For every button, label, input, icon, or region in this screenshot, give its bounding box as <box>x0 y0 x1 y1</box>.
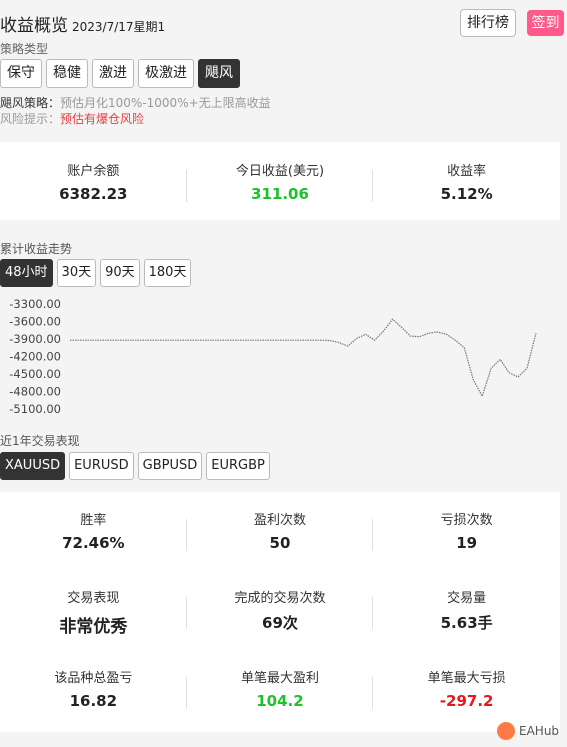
account-summary-card: 账户余额 6382.23 今日收益(美元) 311.06 收益率 5.12% <box>0 142 560 220</box>
winrate-cell: 胜率 72.46% <box>0 509 187 587</box>
trend-label: 累计收益走势 <box>0 242 73 256</box>
risk-notice: 风险提示：预估有爆仓风险 <box>0 110 144 127</box>
signin-button[interactable]: 签到 <box>527 10 564 36</box>
date-text: 2023/7/17星期1 <box>72 20 166 34</box>
volume-value: 5.63手 <box>440 614 493 632</box>
period-30d-tab[interactable]: 30天 <box>56 259 97 287</box>
performance-cell: 交易表现 非常优秀 <box>0 587 187 667</box>
page-title: 收益概览 2023/7/17星期1 <box>0 11 165 36</box>
trades-label: 完成的交易次数 <box>234 591 326 606</box>
profit-line <box>70 318 537 398</box>
risk-value: 预估有爆仓风险 <box>60 112 145 126</box>
header: 收益概览 2023/7/17星期1 排行榜 签到 <box>0 0 567 50</box>
strategy-options: 保守 稳健 激进 极激进 飓风 <box>0 59 240 88</box>
winrate-value: 72.46% <box>62 534 125 552</box>
y-tick-label: -3600.00 <box>9 315 61 329</box>
losses-cell: 亏损次数 19 <box>373 509 560 587</box>
performance-value: 非常优秀 <box>59 617 128 637</box>
rate-label: 收益率 <box>447 164 487 179</box>
strategy-aggressive-button[interactable]: 激进 <box>92 59 134 88</box>
strategy-description: 飓风策略：预估月化100%-1000%+无上限高收益 <box>0 94 271 111</box>
max-loss-label: 单笔最大亏损 <box>427 671 506 686</box>
balance-cell: 账户余额 6382.23 <box>0 160 187 203</box>
trades-cell: 完成的交易次数 69次 <box>187 587 374 667</box>
trades-value: 69次 <box>262 614 298 632</box>
today-profit-label: 今日收益(美元) <box>235 164 325 179</box>
y-tick-label: -3300.00 <box>9 297 61 311</box>
winrate-label: 胜率 <box>80 513 107 528</box>
symbol-tabs: XAUUSD EURUSD GBPUSD EURGBP <box>0 452 270 480</box>
wins-value: 50 <box>269 534 291 552</box>
wins-cell: 盈利次数 50 <box>187 509 374 587</box>
total-pnl-cell: 该品种总盈亏 16.82 <box>0 667 187 710</box>
period-48h-tab[interactable]: 48小时 <box>0 259 53 287</box>
brand-logo-icon <box>497 722 515 740</box>
y-axis-ticks: -3300.00 -3600.00 -3900.00 -4200.00 -4500.00… <box>9 297 61 416</box>
y-tick-label: -4500.00 <box>9 367 61 381</box>
symbol-gbpusd-tab[interactable]: GBPUSD <box>137 452 203 480</box>
symbols-label: 近1年交易表现 <box>0 434 80 448</box>
strategy-conservative-button[interactable]: 保守 <box>0 59 42 88</box>
volume-cell: 交易量 5.63手 <box>373 587 560 667</box>
losses-value: 19 <box>456 534 478 552</box>
symbol-xauusd-tab[interactable]: XAUUSD <box>0 452 66 480</box>
balance-value: 6382.23 <box>59 185 128 203</box>
performance-card: 胜率 72.46% 盈利次数 50 亏损次数 19 交易表现 非常优秀 完成的交… <box>0 492 560 732</box>
max-loss-value: -297.2 <box>439 692 494 710</box>
total-pnl-value: 16.82 <box>69 692 118 710</box>
volume-label: 交易量 <box>447 591 487 606</box>
cumulative-profit-chart: -3300.00 -3600.00 -3900.00 -4200.00 -4500.00… <box>9 297 537 416</box>
strategy-desc-value: 预估月化100%-1000%+无上限高收益 <box>60 96 271 110</box>
leaderboard-button[interactable]: 排行榜 <box>460 9 516 37</box>
max-win-value: 104.2 <box>256 692 304 710</box>
today-profit-value: 311.06 <box>251 185 309 203</box>
period-180d-tab[interactable]: 180天 <box>143 259 192 287</box>
period-90d-tab[interactable]: 90天 <box>100 259 140 287</box>
y-tick-label: -5100.00 <box>9 402 61 416</box>
y-tick-label: -4200.00 <box>9 350 61 364</box>
performance-label: 交易表现 <box>67 591 120 606</box>
title-text: 收益概览 <box>0 16 68 36</box>
losses-label: 亏损次数 <box>440 513 493 528</box>
today-profit-cell: 今日收益(美元) 311.06 <box>187 160 374 203</box>
symbol-eurgbp-tab[interactable]: EURGBP <box>206 452 270 480</box>
strategy-hurricane-button[interactable]: 飓风 <box>198 59 240 88</box>
brand-watermark: EAHub <box>497 722 559 740</box>
max-win-cell: 单笔最大盈利 104.2 <box>187 667 374 710</box>
max-loss-cell: 单笔最大亏损 -297.2 <box>373 667 560 710</box>
strategy-desc-key: 飓风策略： <box>0 96 61 110</box>
wins-label: 盈利次数 <box>253 513 306 528</box>
y-tick-label: -4800.00 <box>9 385 61 399</box>
rate-cell: 收益率 5.12% <box>373 160 560 203</box>
risk-key: 风险提示： <box>0 112 61 126</box>
period-tabs: 48小时 30天 90天 180天 <box>0 259 192 287</box>
max-win-label: 单笔最大盈利 <box>240 671 319 686</box>
balance-label: 账户余额 <box>67 164 120 179</box>
strategy-steady-button[interactable]: 稳健 <box>46 59 88 88</box>
total-pnl-label: 该品种总盈亏 <box>54 671 133 686</box>
strategy-type-label: 策略类型 <box>0 42 49 56</box>
rate-value: 5.12% <box>440 185 493 203</box>
strategy-extreme-button[interactable]: 极激进 <box>138 59 194 88</box>
brand-name: EAHub <box>519 724 560 738</box>
y-tick-label: -3900.00 <box>9 332 61 346</box>
symbol-eurusd-tab[interactable]: EURUSD <box>69 452 134 480</box>
